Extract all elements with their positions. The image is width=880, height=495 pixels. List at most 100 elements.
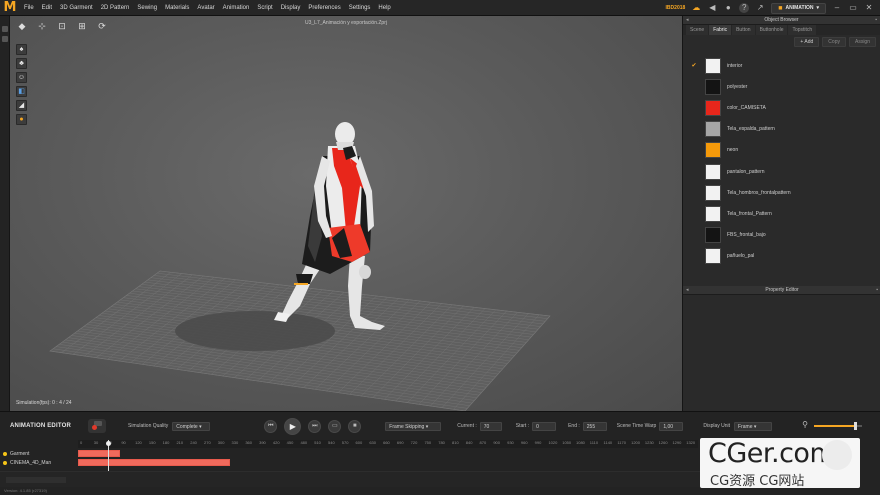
menu-display[interactable]: Display: [277, 0, 305, 16]
fabric-name: neon: [727, 147, 739, 154]
timeline-zoom-slider[interactable]: [814, 422, 862, 430]
collapse-icon[interactable]: ◂: [686, 16, 689, 25]
zoom-knob[interactable]: [853, 422, 857, 430]
menu-avatar[interactable]: Avatar: [193, 0, 218, 16]
fabric-item[interactable]: pañuelo_pal: [683, 246, 880, 267]
panel-menu-icon[interactable]: ▪: [875, 16, 877, 25]
speaker-icon[interactable]: ◀: [707, 3, 717, 13]
skin-icon[interactable]: ●: [16, 114, 27, 125]
track-clip[interactable]: [78, 459, 231, 466]
fabric-swatch[interactable]: [705, 163, 721, 180]
stop-button[interactable]: ■: [348, 419, 362, 433]
fabric-swatch[interactable]: [705, 121, 721, 138]
fabric-swatch[interactable]: [705, 99, 721, 116]
fabric-name: FBS_frontal_bajo: [727, 232, 766, 239]
help-icon[interactable]: ?: [739, 3, 750, 13]
mode-switch-button[interactable]: ■ ANIMATION ▾: [771, 2, 826, 14]
close-icon[interactable]: ✕: [864, 3, 874, 13]
copy-button[interactable]: Copy: [822, 37, 846, 47]
time-warp-input[interactable]: 1,00: [659, 421, 684, 431]
loop-button[interactable]: ▭: [328, 419, 342, 433]
menu-script[interactable]: Script: [253, 0, 276, 16]
track-status-icon: [3, 451, 7, 456]
fabric-icon[interactable]: ◧: [16, 86, 27, 97]
menu-3d-garment[interactable]: 3D Garment: [56, 0, 97, 16]
ruler-tick-label: 570: [341, 440, 349, 445]
share-icon[interactable]: ↗: [755, 3, 765, 13]
start-frame-input[interactable]: 0: [532, 421, 557, 431]
ruler-tick-label: 30: [93, 440, 99, 445]
shirt-icon[interactable]: ♠: [16, 44, 27, 55]
menu-animation[interactable]: Animation: [219, 0, 254, 16]
fabric-swatch[interactable]: [705, 227, 721, 244]
fabric-item[interactable]: Tela_hombros_frontalpattern: [683, 182, 880, 203]
fabric-item[interactable]: Tela_espalda_pattern: [683, 119, 880, 140]
fabric-item[interactable]: polyester: [683, 76, 880, 97]
tab-button[interactable]: Button: [732, 25, 755, 35]
ruler-tick-label: 180: [162, 440, 170, 445]
cloud-icon[interactable]: ☁: [691, 3, 701, 13]
tab-fabric[interactable]: Fabric: [709, 25, 732, 35]
garment-icon[interactable]: ♣: [16, 58, 27, 69]
zoom-search-icon[interactable]: ⚲: [800, 420, 810, 430]
strip-handle-icon[interactable]: [2, 36, 8, 42]
minimize-icon[interactable]: –: [832, 3, 842, 13]
version-tag: IBD2018: [665, 5, 686, 11]
fabric-item[interactable]: neon: [683, 140, 880, 161]
current-frame-input[interactable]: 70: [479, 421, 502, 431]
add-button[interactable]: + Add: [794, 37, 820, 47]
menu-2d-pattern[interactable]: 2D Pattern: [97, 0, 134, 16]
end-frame-input[interactable]: 255: [582, 421, 607, 431]
ruler-tick-label: 1110: [589, 440, 599, 445]
tab-scene[interactable]: Scene: [686, 25, 709, 35]
fabric-item[interactable]: Tela_frontal_Pattern: [683, 203, 880, 224]
strip-handle-icon[interactable]: [2, 26, 8, 32]
fabric-item[interactable]: FBS_frontal_bajo: [683, 225, 880, 246]
ruler-tick-label: 330: [231, 440, 239, 445]
fabric-item[interactable]: color_CAMISETA: [683, 97, 880, 118]
menu-preferences[interactable]: Preferences: [304, 0, 344, 16]
fabric-swatch[interactable]: [705, 78, 721, 95]
playhead-handle[interactable]: [106, 441, 111, 446]
record-button[interactable]: [88, 419, 106, 433]
display-unit-select[interactable]: Frame ▾: [734, 421, 773, 431]
fabric-item[interactable]: pantalon_pattern: [683, 161, 880, 182]
fabric-swatch[interactable]: [705, 184, 721, 201]
ruler-tick-label: 900: [493, 440, 501, 445]
collapse-icon[interactable]: ◂: [686, 286, 689, 295]
menu-materials[interactable]: Materials: [161, 0, 193, 16]
scene-file-title: U3_L7_Animación y exportación.Zprj: [305, 20, 387, 26]
ruler-tick-label: 810: [452, 440, 459, 445]
menu-sewing[interactable]: Sewing: [133, 0, 161, 16]
play-button[interactable]: ▶: [284, 417, 302, 435]
frame-mode-select[interactable]: Frame Skipping ▾: [385, 421, 442, 431]
users-icon[interactable]: ●: [723, 3, 733, 13]
menu-settings[interactable]: Settings: [345, 0, 375, 16]
fabric-item[interactable]: ✔ interior: [683, 55, 880, 76]
ruler-tick-label: 1290: [672, 440, 682, 445]
fabric-swatch[interactable]: [705, 205, 721, 222]
watermark-main-text: CGer.com: [708, 438, 836, 469]
menu-file[interactable]: File: [20, 0, 38, 16]
timeline-ruler[interactable]: 0306090120150180210240270300330360390420…: [78, 440, 698, 448]
tab-topstitch[interactable]: Topstitch: [788, 25, 817, 35]
track-clip[interactable]: [78, 450, 120, 457]
3d-viewport[interactable]: ◆ ⊹ ⊡ ⊞ ⟳ U3_L7_Animación y exportación.…: [10, 16, 682, 411]
tab-buttonhole[interactable]: Buttonhole: [755, 25, 788, 35]
menu-help[interactable]: Help: [374, 0, 394, 16]
simulation-quality-value: Complete: [176, 423, 198, 430]
skip-forward-button[interactable]: ⏭: [308, 419, 322, 433]
assign-button[interactable]: Assign: [848, 37, 876, 47]
measure-icon[interactable]: ◢: [16, 100, 27, 111]
ruler-tick-label: 1020: [548, 440, 558, 445]
simulation-quality-select[interactable]: Complete ▾: [172, 421, 211, 431]
avatar-icon[interactable]: ☺: [16, 72, 27, 83]
fabric-swatch[interactable]: [705, 142, 721, 159]
fabric-swatch[interactable]: [705, 57, 721, 74]
skip-back-button[interactable]: ⏮: [264, 419, 278, 433]
menu-edit[interactable]: Edit: [38, 0, 56, 16]
timeline-scrollbar[interactable]: [6, 477, 66, 483]
maximize-icon[interactable]: ▭: [848, 3, 858, 13]
fabric-swatch[interactable]: [705, 248, 721, 265]
panel-menu-icon[interactable]: ▪: [876, 286, 878, 295]
